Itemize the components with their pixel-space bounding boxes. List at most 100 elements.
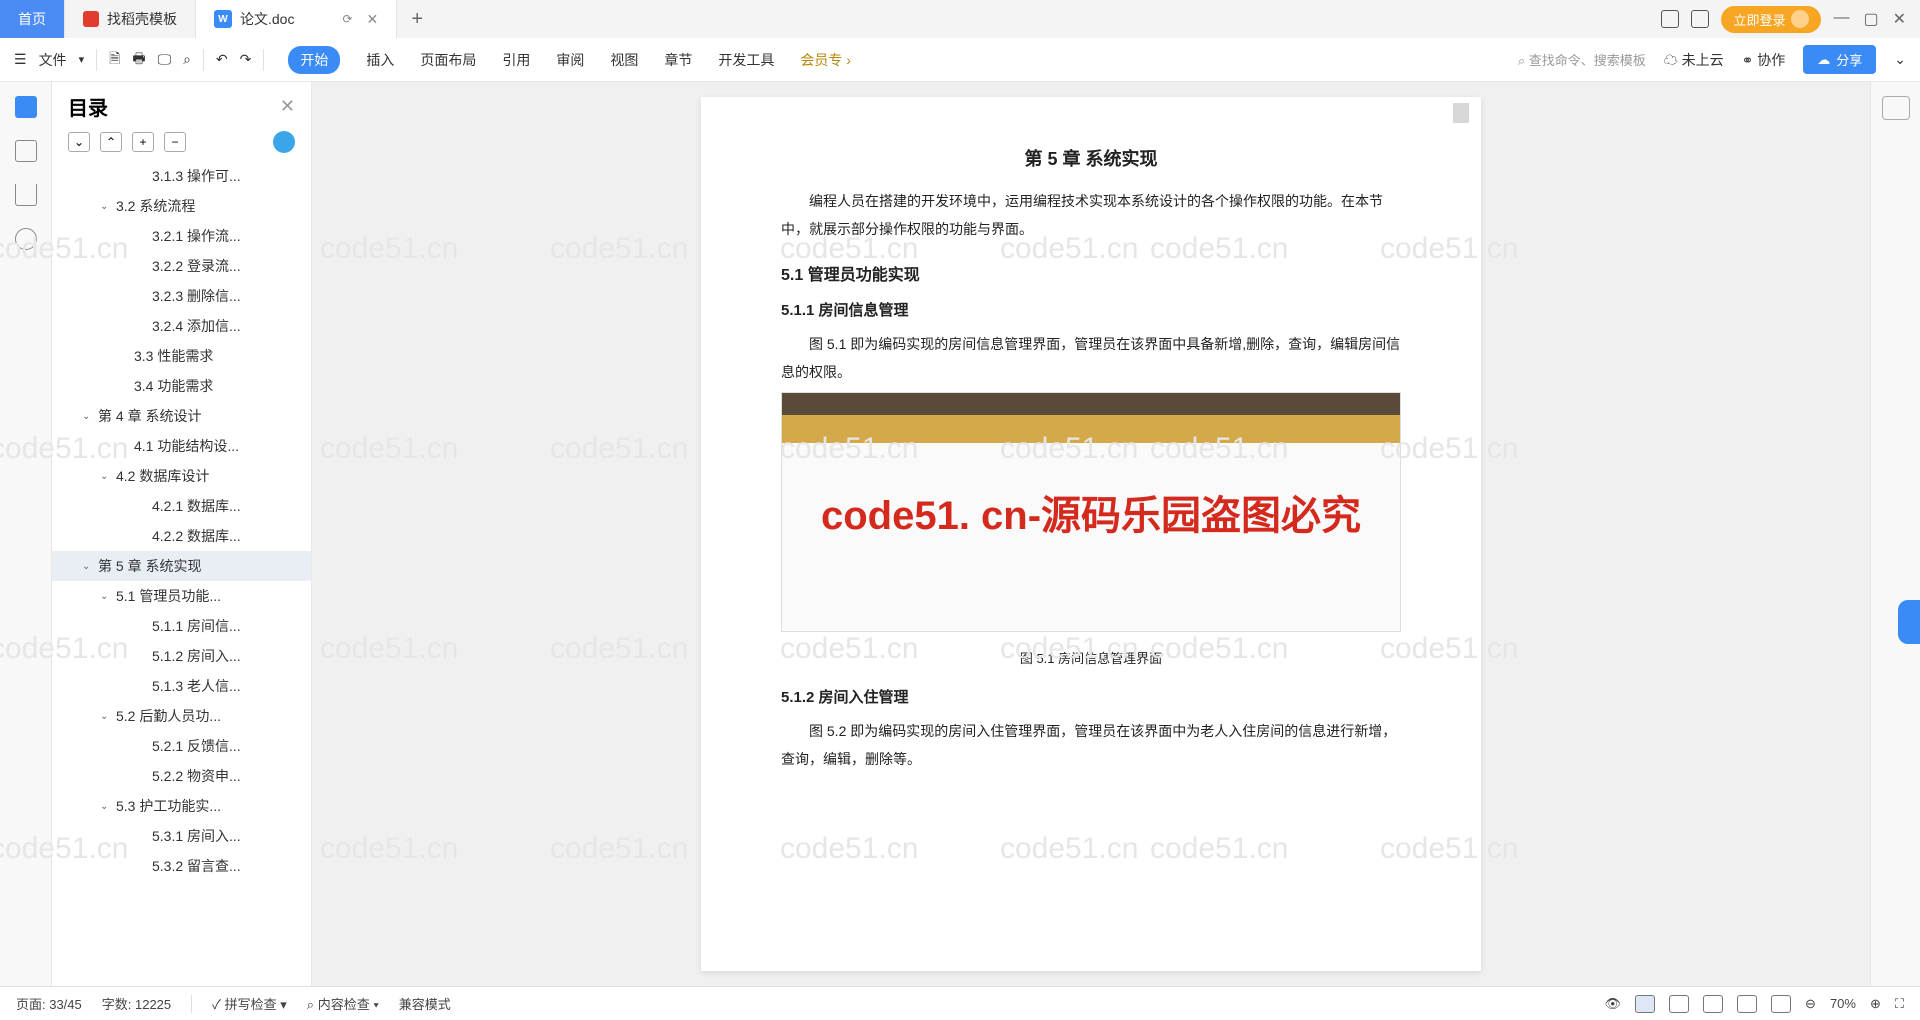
cloud-status[interactable]: ☁ 未上云 [1664,50,1724,70]
print-icon[interactable]: 🖶 [132,48,145,72]
section-5-1: 5.1 管理员功能实现 [781,261,1401,285]
collab-button[interactable]: ⚭ 协作 [1742,50,1786,70]
outline-item[interactable]: ⌄5.3 护工功能实... [52,791,311,821]
spell-check[interactable]: ✓ 拼写检查 ▾ [212,994,287,1013]
menu-insert[interactable]: 插入 [366,50,394,70]
eye-icon[interactable]: 👁 [1605,996,1622,1012]
side-tab-button[interactable] [1898,600,1920,644]
view-full-icon[interactable] [1771,995,1791,1013]
hamburger-icon[interactable]: ☰ [14,51,27,68]
new-tab-button[interactable]: + [397,0,437,38]
preview-icon[interactable]: 🖵 [158,51,172,68]
maximize-button[interactable]: ▢ [1863,9,1878,29]
sync-icon[interactable] [273,131,295,153]
more-icon[interactable]: ⌄ [1894,51,1906,68]
status-bar: 页面: 33/45 字数: 12225 ✓ 拼写检查 ▾ ⌕ 内容检查 ▾ 兼容… [0,986,1920,1020]
view-web-icon[interactable] [1703,995,1723,1013]
tab-home[interactable]: 首页 [0,0,65,38]
close-window-button[interactable]: ✕ [1893,9,1906,29]
outline-item[interactable]: ⌄5.1 管理员功能... [52,581,311,611]
outline-item[interactable]: 4.2.1 数据库... [52,491,311,521]
menu-dev[interactable]: 开发工具 [718,50,774,70]
outline-item[interactable]: 3.3 性能需求 [52,341,311,371]
zoom-in-icon[interactable]: ⊕ [1870,996,1881,1012]
outline-list[interactable]: 3.1.3 操作可...⌄3.2 系统流程3.2.1 操作流...3.2.2 登… [52,161,311,986]
clipboard-icon[interactable] [15,140,37,162]
add-heading-icon[interactable]: + [132,132,154,152]
login-button[interactable]: 立即登录 [1721,6,1821,33]
share-button[interactable]: ☁ 分享 [1803,45,1876,74]
outline-item[interactable]: ⌄第 4 章 系统设计 [52,401,311,431]
outline-item[interactable]: 5.2.2 物资申... [52,761,311,791]
close-outline-icon[interactable]: ✕ [280,96,295,117]
outline-item[interactable]: 3.4 功能需求 [52,371,311,401]
wps-icon: W [214,10,232,28]
outline-item[interactable]: 3.2.3 删除信... [52,281,311,311]
outline-item[interactable]: ⌄4.2 数据库设计 [52,461,311,491]
menu-review[interactable]: 审阅 [556,50,584,70]
outline-item[interactable]: 5.1.3 老人信... [52,671,311,701]
menu-layout[interactable]: 页面布局 [420,50,476,70]
tab-doc-label: 论文.doc [240,9,294,29]
content-check[interactable]: ⌕ 内容检查 ▾ [307,994,379,1013]
figure-5-1: code51. cn-源码乐园盗图必究 [781,392,1401,632]
fit-icon[interactable]: ⛶ [1895,996,1904,1012]
search-input[interactable]: ⌕ 查找命令、搜索模板 [1518,50,1646,69]
login-label: 立即登录 [1733,10,1785,29]
intro-paragraph: 编程人员在搭建的开发环境中，运用编程技术实现本系统设计的各个操作权限的功能。在本… [781,187,1401,243]
outline-item[interactable]: 5.1.1 房间信... [52,611,311,641]
save-icon[interactable]: 🗎 [109,48,120,72]
menu-start[interactable]: 开始 [288,46,340,74]
undo-icon[interactable]: ↶ [216,51,228,68]
screen-icon[interactable]: ⟳ [342,12,352,26]
remove-heading-icon[interactable]: − [164,132,186,152]
menu-chapter[interactable]: 章节 [664,50,692,70]
search-side-icon[interactable] [15,228,37,250]
ai-panel-icon[interactable] [1882,96,1910,120]
layout-icon[interactable] [1661,10,1679,28]
section-5-1-2: 5.1.2 房间入住管理 [781,686,1401,707]
compat-mode[interactable]: 兼容模式 [399,994,451,1013]
document-area[interactable]: 第 5 章 系统实现 编程人员在搭建的开发环境中，运用编程技术实现本系统设计的各… [312,82,1870,986]
section-5-1-1: 5.1.1 房间信息管理 [781,299,1401,320]
outline-item[interactable]: ⌄3.2 系统流程 [52,191,311,221]
outline-item[interactable]: ⌄第 5 章 系统实现 [52,551,311,581]
menu-view[interactable]: 视图 [610,50,638,70]
outline-title: 目录 [68,92,108,121]
zoom-level[interactable]: 70% [1830,996,1856,1011]
outline-item[interactable]: 3.2.1 操作流... [52,221,311,251]
outline-item[interactable]: 5.2.1 反馈信... [52,731,311,761]
outline-item[interactable]: 3.2.2 登录流... [52,251,311,281]
avatar-icon [1791,10,1809,28]
outline-item[interactable]: 5.1.2 房间入... [52,641,311,671]
minimize-button[interactable]: — [1833,9,1849,29]
view-page-icon[interactable] [1635,995,1655,1013]
para-5-1-1: 图 5.1 即为编码实现的房间信息管理界面，管理员在该界面中具备新增,删除，查询… [781,330,1401,386]
outline-item[interactable]: 4.1 功能结构设... [52,431,311,461]
grid-icon[interactable] [1691,10,1709,28]
zoom-out-icon[interactable]: ⊖ [1805,996,1816,1012]
outline-icon[interactable] [15,96,37,118]
outline-item[interactable]: 3.2.4 添加信... [52,311,311,341]
view-outline-icon[interactable] [1669,995,1689,1013]
outline-item[interactable]: 4.2.2 数据库... [52,521,311,551]
bookmark-icon[interactable] [15,184,37,206]
redo-icon[interactable]: ↷ [240,51,252,68]
collapse-all-icon[interactable]: ⌄ [68,132,90,152]
view-read-icon[interactable] [1737,995,1757,1013]
tab-template[interactable]: 找稻壳模板 [65,0,196,38]
tab-document[interactable]: W 论文.doc ⟳ ✕ [196,0,397,38]
close-icon[interactable]: ✕ [367,11,379,28]
outline-item[interactable]: 3.1.3 操作可... [52,161,311,191]
outline-item[interactable]: ⌄5.2 后勤人员功... [52,701,311,731]
word-count[interactable]: 字数: 12225 [102,994,171,1013]
menu-ref[interactable]: 引用 [502,50,530,70]
outline-item[interactable]: 5.3.1 房间入... [52,821,311,851]
expand-all-icon[interactable]: ⌃ [100,132,122,152]
outline-item[interactable]: 5.3.2 留言查... [52,851,311,881]
zoom-icon[interactable]: ⌕ [183,51,191,68]
tab-template-label: 找稻壳模板 [107,9,177,29]
page-counter[interactable]: 页面: 33/45 [16,994,82,1013]
menu-member[interactable]: 会员专 › [800,50,851,70]
file-menu[interactable]: 文件 [39,50,67,70]
